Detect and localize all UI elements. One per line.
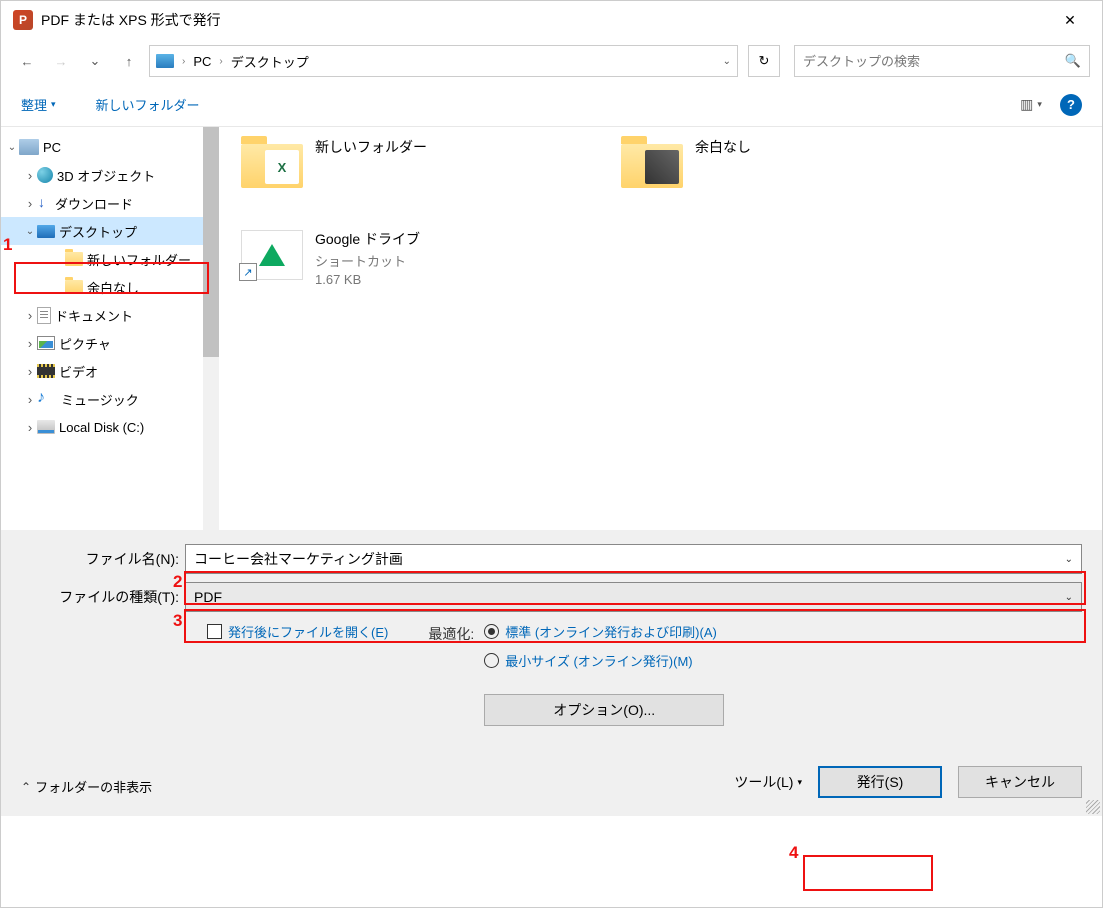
up-button[interactable]: ↑ <box>115 47 143 75</box>
chevron-down-icon[interactable]: ⌄ <box>1065 592 1073 603</box>
new-folder-button[interactable]: 新しいフォルダー <box>96 95 200 114</box>
radio-icon[interactable] <box>484 653 499 668</box>
image-icon <box>645 150 679 184</box>
breadcrumb-pc[interactable]: PC <box>193 54 211 69</box>
tree-node-music[interactable]: ♪ミュージック <box>1 385 219 413</box>
refresh-button[interactable]: ↻ <box>748 45 780 77</box>
item-size: 1.67 KB <box>315 272 420 287</box>
search-box[interactable]: 🔍 <box>794 45 1090 77</box>
excel-icon: X <box>265 150 299 184</box>
tree-node-documents[interactable]: ドキュメント <box>1 301 219 329</box>
filetype-label: ファイルの種類(T): <box>21 587 185 607</box>
breadcrumb-desktop[interactable]: デスクトップ <box>231 52 309 71</box>
tree-scrollbar[interactable] <box>203 127 219 530</box>
navigation-tree[interactable]: PC 3D オブジェクト ダウンロード デスクトップ 新しいフォルダー 余白なし… <box>1 127 219 530</box>
optimize-label: 最適化: <box>428 622 474 726</box>
checkbox-icon[interactable] <box>207 624 222 639</box>
annotation-2: 2 <box>173 572 182 592</box>
view-mode-button[interactable]: ▥▾ <box>1016 93 1046 117</box>
tools-button[interactable]: ツール(L)▾ <box>734 772 802 792</box>
radio-standard-label: 標準 (オンライン発行および印刷)(A) <box>505 622 717 641</box>
annotation-box-4 <box>803 855 933 891</box>
search-icon[interactable]: 🔍 <box>1065 53 1081 69</box>
app-icon: P <box>13 10 33 30</box>
open-after-label: 発行後にファイルを開く(E) <box>228 622 388 641</box>
item-googledrive[interactable]: ↗ Google ドライブ ショートカット 1.67 KB <box>239 229 579 287</box>
tree-node-pc[interactable]: PC <box>1 133 219 161</box>
file-list[interactable]: X 新しいフォルダー 余白なし ↗ Google ドライブ ショートカット 1.… <box>219 127 1102 530</box>
item-type: ショートカット <box>315 251 420 270</box>
item-name: 新しいフォルダー <box>315 137 427 157</box>
chevron-right-icon: › <box>182 56 185 67</box>
cancel-button[interactable]: キャンセル <box>958 766 1082 798</box>
search-input[interactable] <box>803 54 1065 69</box>
radio-standard[interactable]: 標準 (オンライン発行および印刷)(A) <box>484 622 724 641</box>
item-newfolder[interactable]: X 新しいフォルダー <box>239 137 579 189</box>
chevron-right-icon: › <box>219 56 222 67</box>
tree-node-downloads[interactable]: ダウンロード <box>1 189 219 217</box>
tree-node-nomargin[interactable]: 余白なし <box>1 273 219 301</box>
tree-node-pictures[interactable]: ピクチャ <box>1 329 219 357</box>
back-button[interactable]: ← <box>13 47 41 75</box>
options-button[interactable]: オプション(O)... <box>484 694 724 726</box>
history-dropdown[interactable]: ⌄ <box>81 47 109 75</box>
annotation-1: 1 <box>3 235 12 255</box>
organize-button[interactable]: 整理▾ <box>21 95 56 114</box>
filename-input[interactable]: コーヒー会社マーケティング計画 ⌄ <box>185 544 1082 574</box>
window-title: PDF または XPS 形式で発行 <box>41 10 1050 30</box>
tree-node-localdisk[interactable]: Local Disk (C:) <box>1 413 219 441</box>
annotation-3: 3 <box>173 611 182 631</box>
chevron-down-icon[interactable]: ⌄ <box>1065 554 1073 565</box>
tree-node-desktop[interactable]: デスクトップ <box>1 217 219 245</box>
item-nomargin[interactable]: 余白なし <box>619 137 959 189</box>
radio-minsize-label: 最小サイズ (オンライン発行)(M) <box>505 651 692 670</box>
filename-label: ファイル名(N): <box>21 549 185 569</box>
address-dropdown[interactable]: ⌄ <box>723 56 731 67</box>
resize-grip[interactable] <box>1086 800 1100 814</box>
radio-icon[interactable] <box>484 624 499 639</box>
item-name: 余白なし <box>695 137 751 157</box>
close-button[interactable]: ✕ <box>1050 12 1090 29</box>
annotation-4: 4 <box>789 843 798 863</box>
open-after-checkbox[interactable]: 発行後にファイルを開く(E) <box>207 622 388 726</box>
radio-minsize[interactable]: 最小サイズ (オンライン発行)(M) <box>484 651 724 670</box>
publish-button[interactable]: 発行(S) <box>818 766 942 798</box>
shortcut-icon: ↗ <box>239 263 257 281</box>
help-button[interactable]: ? <box>1060 94 1082 116</box>
filetype-select[interactable]: PDF ⌄ <box>185 582 1082 612</box>
item-name: Google ドライブ <box>315 229 420 249</box>
address-bar[interactable]: › PC › デスクトップ ⌄ <box>149 45 738 77</box>
monitor-icon <box>156 54 174 68</box>
tree-node-3d-objects[interactable]: 3D オブジェクト <box>1 161 219 189</box>
forward-button[interactable]: → <box>47 47 75 75</box>
tree-node-newfolder[interactable]: 新しいフォルダー <box>1 245 219 273</box>
hide-folders-button[interactable]: フォルダーの非表示 <box>21 777 152 796</box>
tree-node-videos[interactable]: ビデオ <box>1 357 219 385</box>
